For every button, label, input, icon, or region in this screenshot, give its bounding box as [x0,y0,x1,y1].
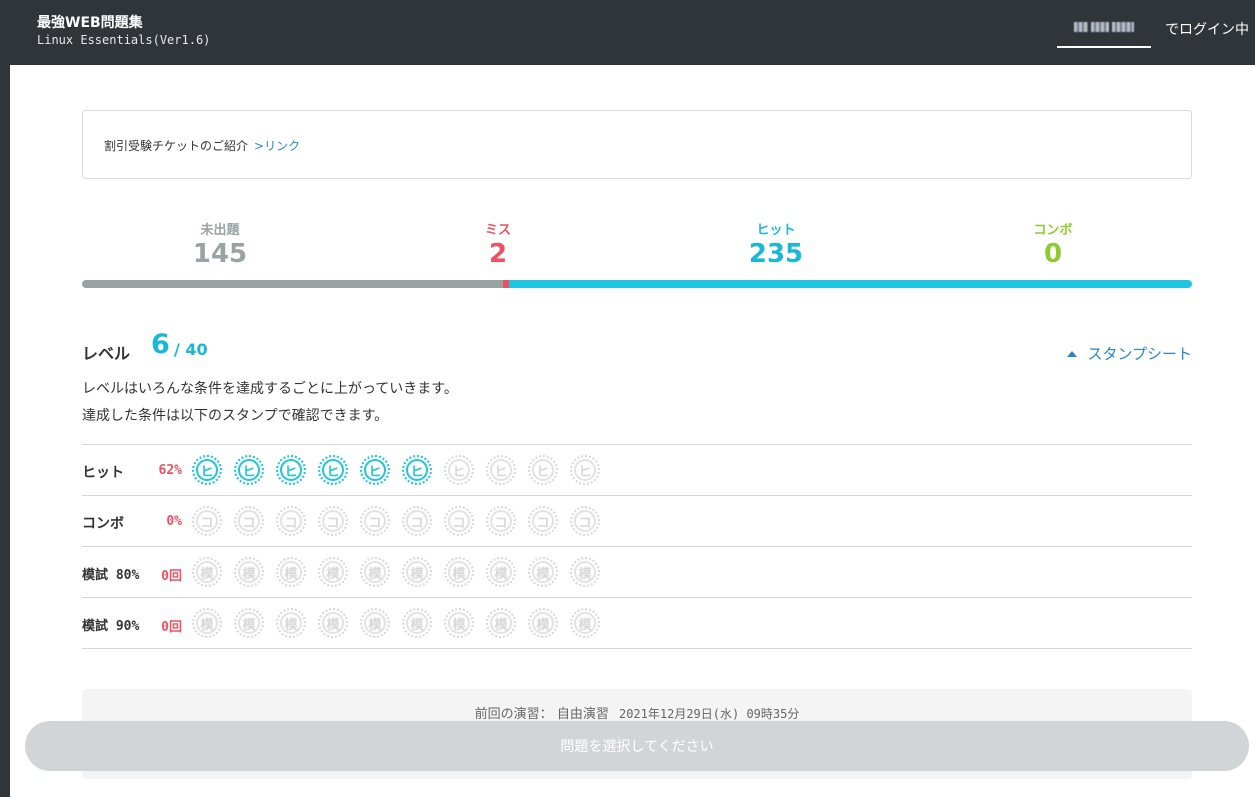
stat-unasked-value: 145 [192,239,248,269]
stat-miss-value: 2 [488,239,508,269]
stamp-empty-icon: 模 [570,557,600,587]
last-session-datetime: 2021年12月29日(水) 09時35分 [618,707,800,721]
stat-miss-label: ミス [484,223,511,238]
stamp-empty-icon: コ [528,506,558,536]
level-label: レベル [82,344,131,363]
stamp-empty-icon: 模 [486,608,516,638]
stat-hit-label: ヒット [756,223,796,238]
stamp-empty-icon: コ [318,506,348,536]
last-session-mode: 自由演習 [556,707,609,722]
stamp-row: 模試 80% 0回模模模模模模模模模模 [82,547,1192,598]
stamp-achieved-icon: ヒ [192,455,222,485]
last-session-label: 前回の演習： [474,707,553,722]
stamp-achieved-icon: ヒ [402,455,432,485]
stamp-empty-icon: 模 [444,608,474,638]
stamp-sheet-toggle[interactable]: スタンプシート [1067,343,1192,364]
stat-unasked-label: 未出題 [200,223,240,238]
stat-hit: ヒット 235 [676,219,876,269]
stamp-empty-icon: 模 [192,557,222,587]
stamp-row-percent: 0% [166,514,182,529]
stamp-row-percent: 0回 [161,620,182,635]
stamp-achieved-icon: ヒ [318,455,348,485]
stamp-empty-icon: 模 [360,557,390,587]
stamp-empty-icon: 模 [360,608,390,638]
stamp-row: ヒット 62% ヒヒヒヒヒヒヒヒヒヒ [82,445,1192,496]
login-status: でログイン中 [1165,22,1249,38]
stamp-empty-icon: 模 [234,608,264,638]
stamp-empty-icon: コ [192,506,222,536]
stamp-empty-icon: 模 [402,608,432,638]
user-name-redacted[interactable] [1057,18,1151,48]
stamp-row-percent: 0回 [161,569,182,584]
level-current: 6 [151,329,170,360]
stamp-empty-icon: 模 [276,557,306,587]
stamp-empty-icon: コ [360,506,390,536]
stamp-empty-icon: 模 [276,608,306,638]
stamp-empty-icon: 模 [444,557,474,587]
stat-combo: コンボ 0 [953,219,1153,269]
stamp-empty-icon: 模 [402,557,432,587]
stamp-achieved-icon: ヒ [360,455,390,485]
stamp-empty-icon: 模 [234,557,264,587]
stamp-empty-icon: コ [570,506,600,536]
stamp-empty-icon: コ [486,506,516,536]
stamp-empty-icon: コ [444,506,474,536]
progress-segment-hit [509,280,1192,288]
stamp-empty-icon: ヒ [570,455,600,485]
stamp-empty-icon: 模 [570,608,600,638]
stamp-table: ヒット 62% ヒヒヒヒヒヒヒヒヒヒコンボ 0% ココココココココココ模試 80% 0回模… [82,444,1192,649]
stamp-empty-icon: 模 [528,557,558,587]
stamp-list: ココココココココココ [192,506,600,536]
stat-combo-label: コンボ [1033,223,1073,238]
stamp-sheet-label: スタンプシート [1087,345,1192,363]
level-description-2: 達成した条件は以下のスタンプで確認できます。 [82,408,389,424]
level-description-1: レベルはいろんな条件を達成するごとに上がっていきます。 [82,381,458,397]
level-total: / 40 [174,340,208,359]
stamp-list: 模模模模模模模模模模 [192,608,600,638]
stamp-empty-icon: 模 [318,557,348,587]
progress-bar [82,280,1192,288]
stat-unasked: 未出題 145 [120,219,320,269]
stat-combo-value: 0 [1043,239,1063,269]
stamp-empty-icon: ヒ [486,455,516,485]
stamp-empty-icon: 模 [318,608,348,638]
stamp-empty-icon: ヒ [528,455,558,485]
stamp-row-name: コンボ [82,516,124,532]
stamp-achieved-icon: ヒ [234,455,264,485]
stamp-empty-icon: ヒ [444,455,474,485]
stamp-empty-icon: コ [276,506,306,536]
ticket-notice: 割引受験チケットのご紹介 >リンク [82,110,1192,179]
stamp-row: 模試 90% 0回模模模模模模模模模模 [82,598,1192,649]
stamp-empty-icon: 模 [192,608,222,638]
notice-text: 割引受験チケットのご紹介 [104,139,249,153]
main-content: 割引受験チケットのご紹介 >リンク 未出題 145 ミス 2 ヒット 235 コン… [10,65,1255,797]
stamp-row-percent: 62% [158,463,182,478]
stat-miss: ミス 2 [398,219,598,269]
user-login-area[interactable]: でログイン中 [1049,18,1249,48]
stamp-achieved-icon: ヒ [276,455,306,485]
select-question-button[interactable]: 問題を選択してください [25,721,1249,771]
app-header: 最強WEB問題集 Linux Essentials(Ver1.6) でログイン中 [0,0,1255,65]
stamp-empty-icon: 模 [528,608,558,638]
stamp-empty-icon: コ [234,506,264,536]
app-subtitle: Linux Essentials(Ver1.6) [37,33,211,47]
stat-hit-value: 235 [748,239,804,269]
stamp-row-name: 模試 90% [82,619,140,634]
stamp-row-name: ヒット [82,465,124,481]
stamp-list: 模模模模模模模模模模 [192,557,600,587]
stamp-empty-icon: 模 [486,557,516,587]
stamp-row: コンボ 0% ココココココココココ [82,496,1192,547]
stamp-row-name: 模試 80% [82,568,140,583]
progress-segment-unasked [82,280,504,288]
notice-link[interactable]: >リンク [254,139,300,153]
stamp-empty-icon: コ [402,506,432,536]
stamp-list: ヒヒヒヒヒヒヒヒヒヒ [192,455,600,485]
caret-up-icon [1067,350,1078,357]
app-title: 最強WEB問題集 [37,15,143,31]
